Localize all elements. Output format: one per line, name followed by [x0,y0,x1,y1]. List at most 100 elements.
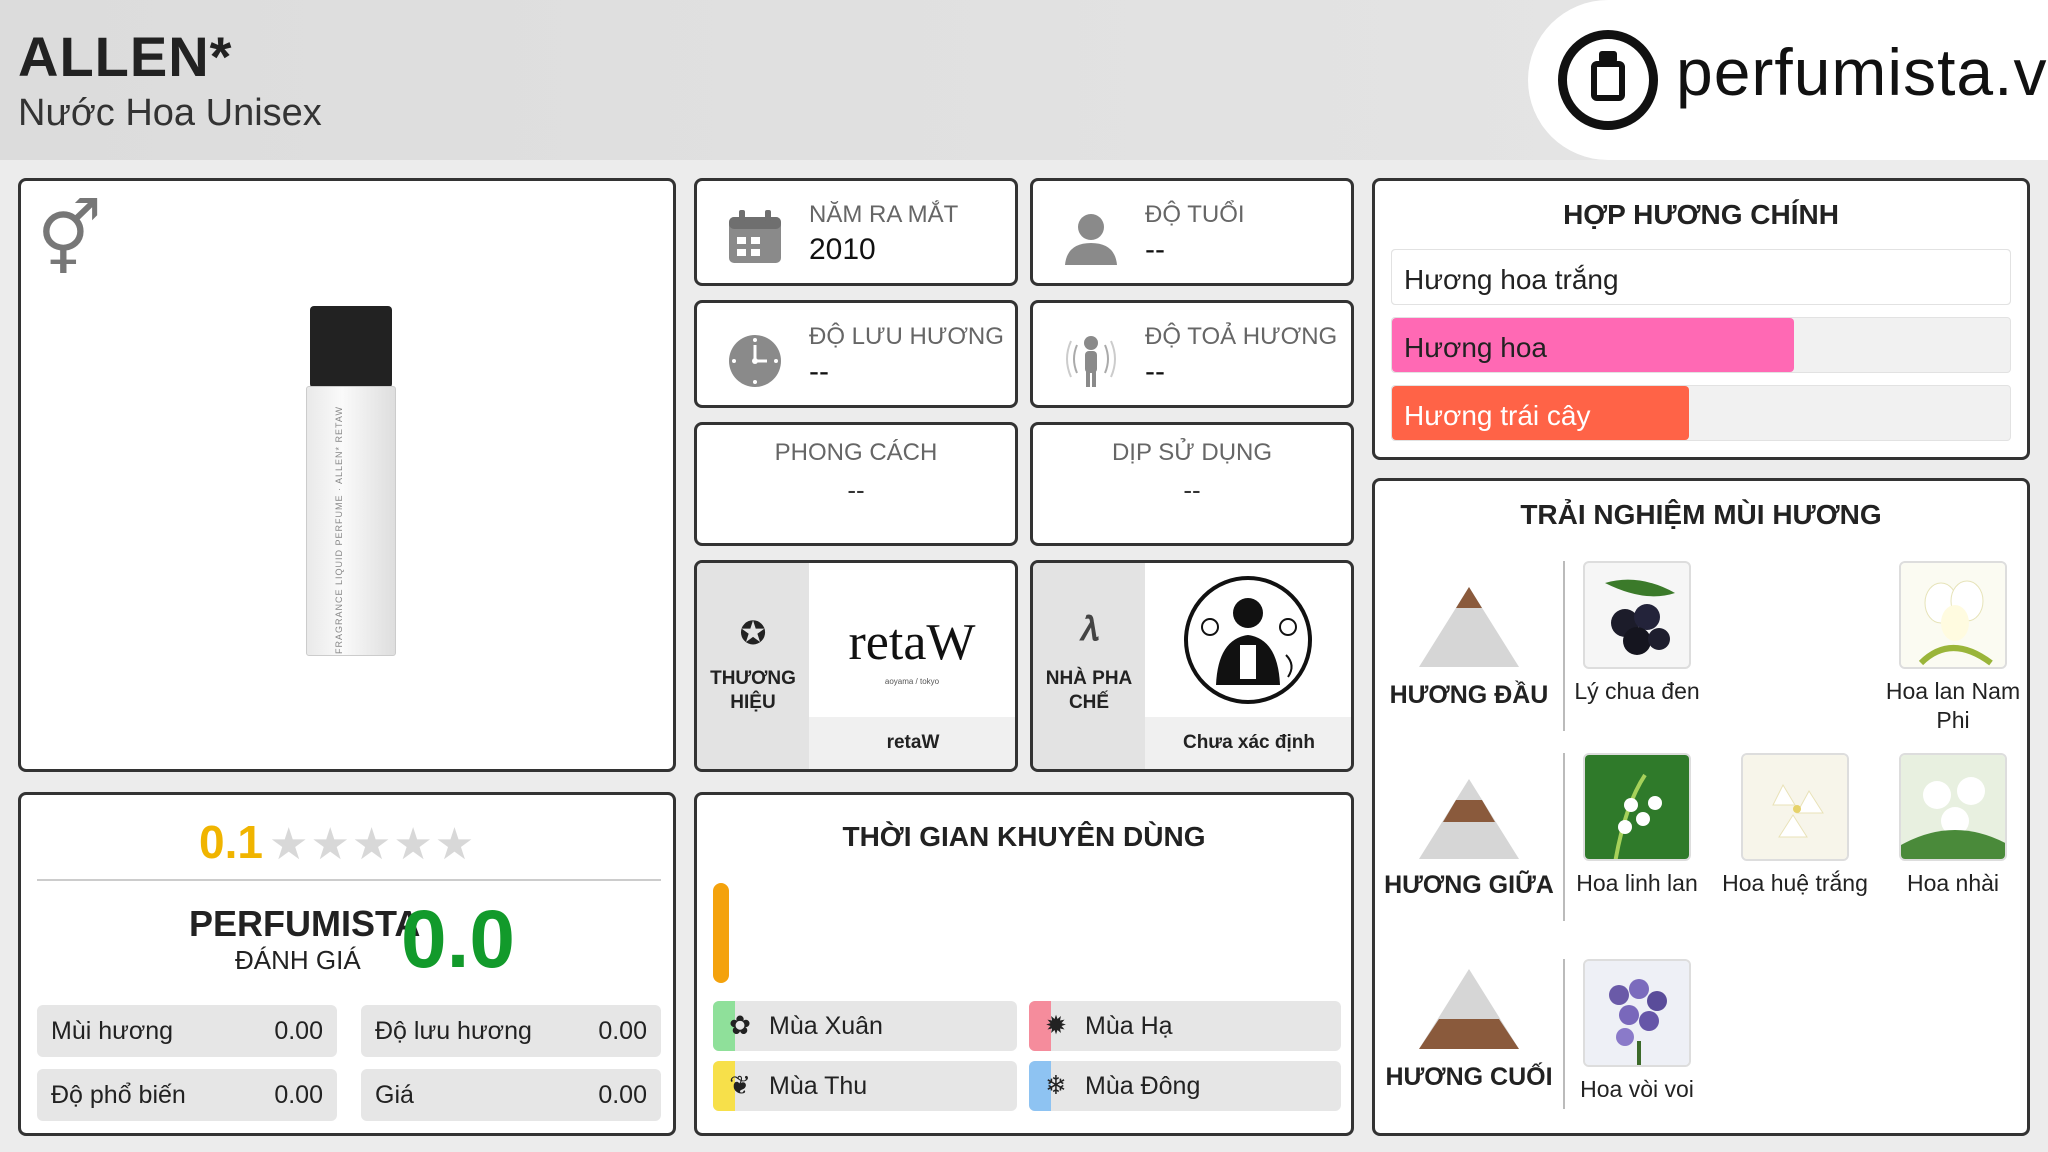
note-image-lily-of-the-valley[interactable] [1583,753,1691,861]
recommended-time-card: THỜI GIAN KHUYÊN DÙNG ✿ Mùa Xuân ✹ Mùa H… [694,792,1354,1136]
occasion-label: DỊP SỬ DỤNG [1111,439,1273,466]
note-image-jasmine[interactable] [1899,753,2007,861]
brand-logo-word: retaW [848,614,976,671]
sillage-person-icon [1066,336,1116,387]
perfumer-name[interactable]: Chưa xác định [1145,717,1351,769]
accord-row[interactable]: Hương hoa trắng [1391,249,2011,305]
accord-row[interactable]: Hương hoa [1391,317,2011,373]
stat-popularity: Độ phổ biến 0.00 [37,1069,337,1121]
note-label: Hoa vòi voi [1580,1076,1694,1102]
note-label: Hoa huệ trắng [1722,870,1868,896]
brand-logo-sub: aoyama / tokyo [884,677,940,686]
note-image-tuberose[interactable] [1741,753,1849,861]
stat-label: Độ lưu hương [375,1017,532,1045]
stat-scent: Mùi hương 0.00 [37,1005,337,1057]
perfumista-label: PERFUMISTA [189,903,421,944]
accords-title: HỢP HƯƠNG CHÍNH [1563,199,1839,230]
age-card: ĐỘ TUỔI -- [1030,178,1354,286]
season-label: Mùa Hạ [1085,1012,1173,1040]
main-accords-card: HỢP HƯƠNG CHÍNH Hương hoa trắng Hương ho… [1372,178,2030,460]
product-image-card: ⚥ FRAGRANCE LIQUID PERFUME · ALLEN* RETA… [18,178,676,772]
note-image-freesia[interactable] [1899,561,2007,669]
perfumer-label-2: CHẾ [1068,692,1110,713]
release-year-value: 2010 [809,233,876,266]
brand-label-2: HIỆU [730,692,776,713]
unisex-gender-icon: ⚥ [37,200,103,280]
release-year-card: NĂM RA MẮT 2010 [694,178,1018,286]
rating-stars[interactable]: ★★★★★ [269,819,476,870]
style-value: -- [847,475,865,505]
accord-label: Hương hoa [1404,332,1547,363]
perfumer-label-panel [1033,563,1145,769]
age-label: ĐỘ TUỔI [1145,201,1245,228]
base-notes-label: HƯƠNG CUỐI [1385,1063,1553,1091]
perfumer-silhouette-icon [1184,576,1312,704]
nose-icon: 𝜆 [1079,610,1099,648]
perfumista-sub: ĐÁNH GIÁ [235,945,361,975]
perfumer-avatar [1148,565,1348,715]
season-winter[interactable]: ❄ Mùa Đông [1029,1061,1341,1111]
sillage-label: ĐỘ TOẢ HƯƠNG [1145,323,1338,350]
accord-label: Hương trái cây [1404,400,1591,431]
occasion-card: DỊP SỬ DỤNG -- [1030,422,1354,546]
logo-text: perfumista.vn [1676,35,2048,109]
longevity-card: ĐỘ LƯU HƯƠNG -- [694,300,1018,408]
top-notes-pyramid-icon [1419,587,1519,667]
perfumer-card[interactable]: 𝜆 NHÀ PHA CHẾ Chưa xác định [1030,560,1354,772]
middle-notes-label: HƯƠNG GIỮA [1384,871,1554,899]
sillage-value: -- [1145,355,1165,388]
stat-label: Độ phổ biến [51,1081,186,1109]
calendar-icon [729,210,781,263]
note-image-heliotrope[interactable] [1583,959,1691,1067]
stat-value: 0.00 [598,1081,647,1109]
middle-notes-pyramid-icon [1419,779,1519,859]
note-label: Lý chua đen [1574,678,1700,704]
logo-bottle-icon [1558,30,1658,130]
time-title: THỜI GIAN KHUYÊN DÙNG [842,821,1206,852]
season-autumn[interactable]: ❦ Mùa Thu [713,1061,1017,1111]
stat-longevity: Độ lưu hương 0.00 [361,1005,661,1057]
note-image-blackcurrant[interactable] [1583,561,1691,669]
scent-experience-card: TRẢI NGHIỆM MÙI HƯƠNG HƯƠNG ĐẦU Lý chua … [1372,478,2030,1136]
stat-value: 0.00 [598,1017,647,1045]
leaf-icon: ❦ [729,1070,751,1100]
base-notes-pyramid-icon [1419,969,1519,1049]
season-label: Mùa Xuân [769,1012,883,1040]
season-label: Mùa Thu [769,1072,868,1100]
site-logo[interactable]: perfumista.vn [1528,0,2048,160]
accord-label: Hương hoa trắng [1404,264,1619,295]
note-label: Hoa linh lan [1576,870,1698,896]
note-label: Hoa lan Nam Phi [1885,678,2021,733]
rating-divider [37,879,661,881]
season-summer[interactable]: ✹ Mùa Hạ [1029,1001,1341,1051]
brand-logo[interactable]: retaW aoyama / tokyo [812,565,1012,715]
longevity-label: ĐỘ LƯU HƯƠNG [809,323,1004,350]
top-notes-label: HƯƠNG ĐẦU [1389,681,1549,709]
perfumer-label-1: NHÀ PHA [1045,668,1133,689]
note-label: Hoa nhài [1906,870,2000,896]
notes-title: TRẢI NGHIỆM MÙI HƯƠNG [1520,499,1882,530]
stat-label: Mùi hương [51,1017,174,1045]
season-spring[interactable]: ✿ Mùa Xuân [713,1001,1017,1051]
brand-label-1: THƯƠNG [710,668,796,689]
occasion-value: -- [1183,475,1201,505]
stat-value: 0.00 [274,1017,323,1045]
season-label: Mùa Đông [1085,1072,1201,1100]
brand-name[interactable]: retaW [809,717,1015,769]
age-value: -- [1145,233,1165,266]
sun-icon: ✹ [1045,1010,1067,1040]
time-indicator-bar [713,883,729,983]
release-year-label: NĂM RA MẮT [809,201,959,228]
style-card: PHONG CÁCH -- [694,422,1018,546]
perfume-bottle-image: FRAGRANCE LIQUID PERFUME · ALLEN* RETAW [306,306,396,656]
flower-icon: ✿ [729,1010,751,1040]
bottle-label: FRAGRANCE LIQUID PERFUME · ALLEN* RETAW [334,406,344,655]
brand-label-panel [697,563,809,769]
brand-star-icon: ✪ [739,615,767,651]
sillage-card: ĐỘ TOẢ HƯƠNG -- [1030,300,1354,408]
rating-card: 0.1 ★★★★★ PERFUMISTA ĐÁNH GIÁ 0.0 Mùi hư… [18,792,676,1136]
brand-card[interactable]: ✪ THƯƠNG HIỆU retaW aoyama / tokyo retaW [694,560,1018,772]
accord-row[interactable]: Hương trái cây [1391,385,2011,441]
stat-price: Giá 0.00 [361,1069,661,1121]
style-label: PHONG CÁCH [774,439,938,466]
